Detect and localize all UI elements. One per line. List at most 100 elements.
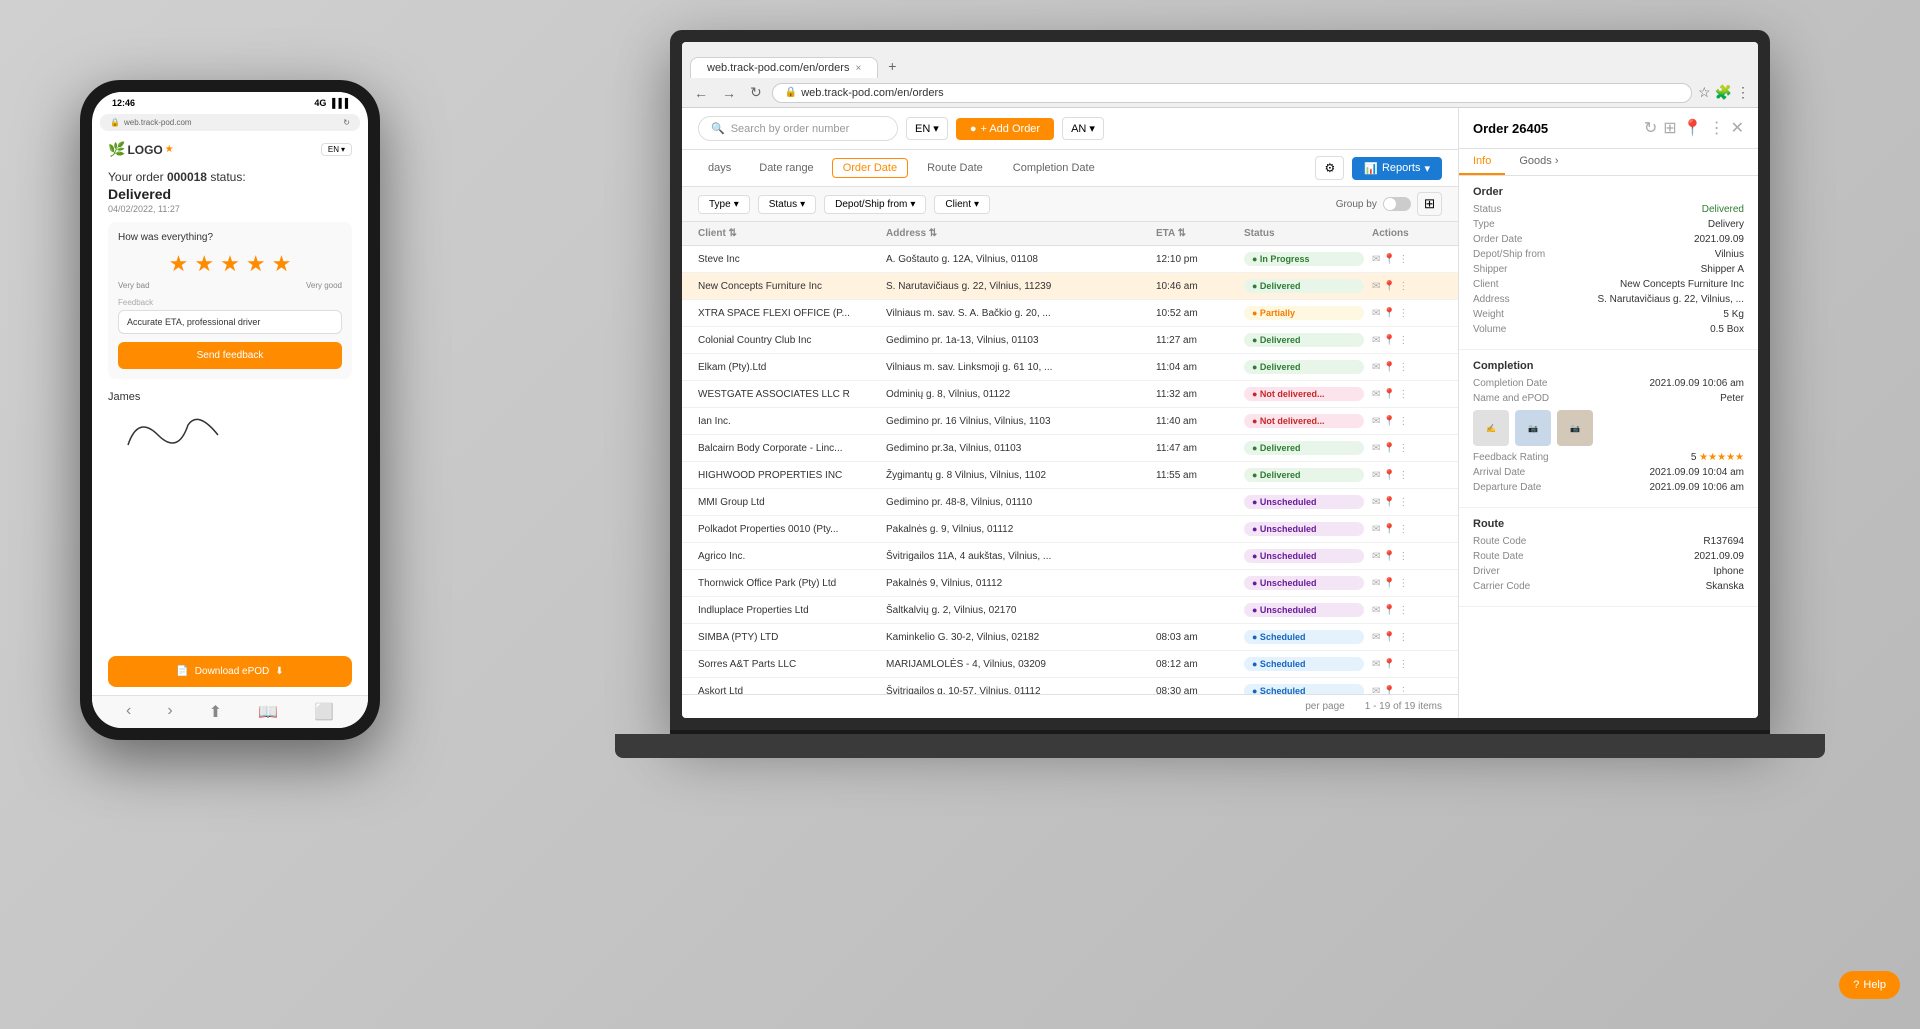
- browser-forward-btn[interactable]: →: [718, 83, 740, 103]
- feedback-stars: ★★★★★: [1699, 452, 1744, 463]
- download-epod-button[interactable]: 📄 Download ePOD ⬇: [108, 656, 352, 687]
- browser-new-tab-btn[interactable]: +: [880, 54, 904, 78]
- logo-star: ★: [165, 144, 174, 155]
- phone-forward-btn[interactable]: ›: [167, 702, 172, 722]
- type-filter-btn[interactable]: Type ▾: [698, 195, 750, 214]
- settings-btn[interactable]: ⚙: [1315, 156, 1344, 180]
- group-by-control: Group by ⊞: [1336, 192, 1442, 216]
- route-date-value: 2021.09.09: [1583, 551, 1744, 562]
- very-good-label: Very good: [306, 281, 342, 290]
- phone-browser-bar: 🔒 web.track-pod.com ↻: [100, 114, 360, 131]
- phone-time: 12:46: [112, 98, 135, 108]
- add-icon: ●: [970, 123, 977, 135]
- browser-refresh-btn[interactable]: ↻: [746, 82, 766, 103]
- phone-order-status: Your order 000018 status:: [108, 170, 352, 184]
- group-by-toggle[interactable]: [1383, 197, 1411, 211]
- detail-grid-icon[interactable]: ⊞: [1663, 118, 1676, 138]
- completion-date-tab[interactable]: Completion Date: [1002, 158, 1106, 178]
- browser-menu-btn[interactable]: ⋮: [1736, 84, 1750, 101]
- phone-signature: [108, 405, 352, 455]
- search-box[interactable]: 🔍 Search by order number: [698, 116, 898, 141]
- star-3[interactable]: ★: [220, 251, 240, 277]
- table-row[interactable]: Colonial Country Club Inc Gedimino pr. 1…: [682, 327, 1458, 354]
- laptop-screen: web.track-pod.com/en/orders × + ← → ↻ 🔒 …: [682, 42, 1758, 718]
- toggle-knob: [1384, 198, 1396, 210]
- browser-star-btn[interactable]: ☆: [1698, 84, 1711, 101]
- table-row[interactable]: Agrico Inc. Švitrigailos 11A, 4 aukštas,…: [682, 543, 1458, 570]
- star-5[interactable]: ★: [272, 251, 292, 277]
- arrival-value: 2021.09.09 10:04 am: [1583, 467, 1744, 478]
- route-date-tab[interactable]: Route Date: [916, 158, 994, 178]
- browser-tab-label: web.track-pod.com/en/orders: [707, 62, 849, 74]
- col-header-address: Address ⇅: [886, 228, 1148, 239]
- col-header-eta: ETA ⇅: [1156, 228, 1236, 239]
- browser-ext-btn[interactable]: 🧩: [1715, 84, 1732, 101]
- table-row[interactable]: Elkam (Pty).Ltd Vilniaus m. sav. Linksmo…: [682, 354, 1458, 381]
- phone-lang-btn[interactable]: EN ▾: [321, 143, 352, 156]
- detail-close-icon[interactable]: ✕: [1731, 118, 1744, 138]
- shipper-value: Shipper A: [1583, 264, 1744, 275]
- table-row[interactable]: Sorres A&T Parts LLC MARIJAMLOLĖS - 4, V…: [682, 651, 1458, 678]
- star-4[interactable]: ★: [246, 251, 266, 277]
- table-row[interactable]: Thornwick Office Park (Pty) Ltd Pakalnės…: [682, 570, 1458, 597]
- browser-back-btn[interactable]: ←: [690, 83, 712, 103]
- phone-delivered-status: Delivered: [108, 186, 352, 202]
- orders-toolbar: 🔍 Search by order number EN ▾ ● + Add Or…: [682, 108, 1458, 150]
- table-row[interactable]: Ian Inc. Gedimino pr. 16 Vilnius, Vilniu…: [682, 408, 1458, 435]
- detail-refresh-icon[interactable]: ↻: [1644, 118, 1657, 138]
- depot-filter-btn[interactable]: Depot/Ship from ▾: [824, 195, 926, 214]
- feedback-input[interactable]: Accurate ETA, professional driver: [118, 310, 342, 334]
- table-row[interactable]: MMI Group Ltd Gedimino pr. 48-8, Vilnius…: [682, 489, 1458, 516]
- days-filter-btn[interactable]: days: [698, 159, 741, 177]
- table-row[interactable]: Steve Inc A. Goštauto g. 12A, Vilnius, 0…: [682, 246, 1458, 273]
- order-date-tab[interactable]: Order Date: [832, 158, 908, 178]
- star-2[interactable]: ★: [194, 251, 214, 277]
- depot-value: Vilnius: [1583, 249, 1744, 260]
- grid-view-btn[interactable]: ⊞: [1417, 192, 1442, 216]
- tab-goods[interactable]: Goods ›: [1505, 149, 1572, 175]
- browser-tab-active[interactable]: web.track-pod.com/en/orders ×: [690, 57, 878, 78]
- status-badge: ● Unscheduled: [1244, 522, 1364, 536]
- stars-labels: Very bad Very good: [118, 281, 342, 290]
- phone-bookmark-btn[interactable]: 📖: [258, 702, 278, 722]
- add-order-button[interactable]: ● + Add Order: [956, 118, 1054, 140]
- browser-tab-close[interactable]: ×: [855, 63, 861, 74]
- table-row[interactable]: New Concepts Furniture Inc S. Narutaviči…: [682, 273, 1458, 300]
- completion-section: Completion Completion Date 2021.09.09 10…: [1459, 350, 1758, 508]
- tab-info[interactable]: Info: [1459, 149, 1505, 175]
- table-row[interactable]: WESTGATE ASSOCIATES LLC R Odminių g. 8, …: [682, 381, 1458, 408]
- detail-location-icon[interactable]: 📍: [1683, 118, 1703, 138]
- table-row[interactable]: Balcairn Body Corporate - Linc... Gedimi…: [682, 435, 1458, 462]
- client-filter-btn[interactable]: Client ▾: [934, 195, 990, 214]
- route-section-title: Route: [1473, 518, 1744, 530]
- send-feedback-button[interactable]: Send feedback: [118, 342, 342, 369]
- phone-tabs-btn[interactable]: ⬜: [314, 702, 334, 722]
- user-menu-btn[interactable]: AN ▾: [1062, 117, 1104, 140]
- detail-more-icon[interactable]: ⋮: [1709, 118, 1725, 138]
- status-badge: ● Unscheduled: [1244, 495, 1364, 509]
- order-detail-panel: Order 26405 ↻ ⊞ 📍 ⋮ ✕ Info Goods ›: [1458, 108, 1758, 718]
- browser-url-bar[interactable]: 🔒 web.track-pod.com/en/orders: [772, 83, 1692, 103]
- volume-value: 0.5 Box: [1583, 324, 1744, 335]
- phone-refresh-icon: ↻: [343, 118, 350, 127]
- date-range-btn[interactable]: Date range: [749, 159, 823, 177]
- reports-btn[interactable]: 📊 Reports ▾: [1352, 157, 1442, 180]
- table-row[interactable]: Polkadot Properties 0010 (Pty... Pakalnė…: [682, 516, 1458, 543]
- search-icon: 🔍: [711, 122, 725, 135]
- client-row: Client New Concepts Furniture Inc: [1473, 279, 1744, 290]
- laptop-base: [615, 734, 1825, 758]
- url-text: web.track-pod.com/en/orders: [801, 87, 943, 99]
- order-section-title: Order: [1473, 186, 1744, 198]
- order-type-row: Type Delivery: [1473, 219, 1744, 230]
- table-row[interactable]: Askort Ltd Švitrigailos g. 10-57, Vilniu…: [682, 678, 1458, 694]
- url-lock-icon: 🔒: [785, 87, 797, 98]
- status-filter-btn[interactable]: Status ▾: [758, 195, 816, 214]
- lang-selector[interactable]: EN ▾: [906, 117, 948, 140]
- table-row[interactable]: SIMBA (PTY) LTD Kaminkelio G. 30-2, Viln…: [682, 624, 1458, 651]
- table-row[interactable]: XTRA SPACE FLEXI OFFICE (P... Vilniaus m…: [682, 300, 1458, 327]
- table-row[interactable]: HIGHWOOD PROPERTIES INC Žygimantų g. 8 V…: [682, 462, 1458, 489]
- table-row[interactable]: Indluplace Properties Ltd Šaltkalvių g. …: [682, 597, 1458, 624]
- phone-share-btn[interactable]: ⬆: [209, 702, 222, 722]
- star-1[interactable]: ★: [169, 251, 189, 277]
- phone-back-btn[interactable]: ‹: [126, 702, 131, 722]
